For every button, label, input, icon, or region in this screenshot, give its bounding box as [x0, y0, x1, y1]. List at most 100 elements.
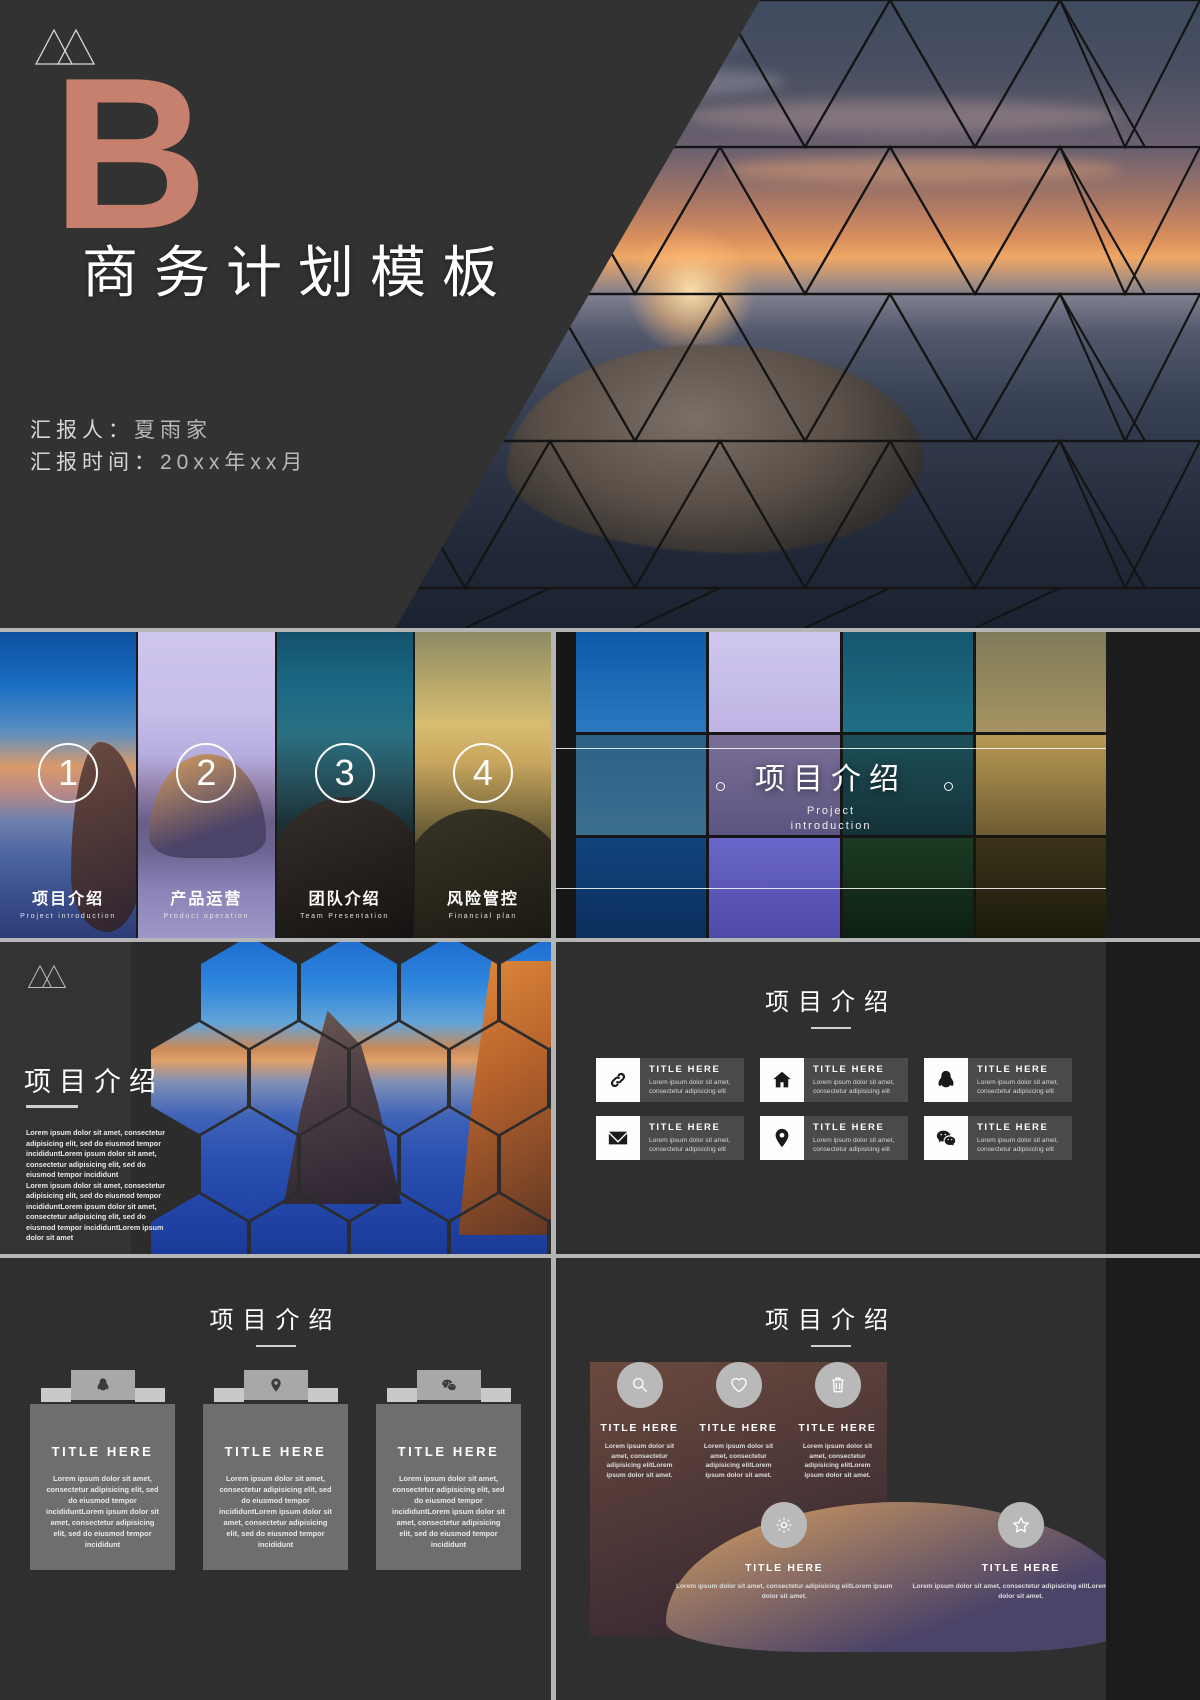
agenda-number-2: 2 — [176, 742, 237, 803]
icon-card[interactable]: TITLE HERE Lorem ipsum dolor sit amet, c… — [924, 1058, 1072, 1102]
clipboard-card-title: TITLE HERE — [224, 1444, 327, 1459]
clipboard-card-desc: Lorem ipsum dolor sit amet, consectetur … — [219, 1474, 332, 1549]
circle-slide-title: 项目介绍 — [765, 1307, 897, 1334]
cover-big-letter: B — [52, 32, 208, 274]
date-line: 汇报时间：20xx年xx月 — [30, 447, 307, 479]
link-icon — [596, 1058, 640, 1102]
icon-slide-title: 项目介绍 — [765, 989, 897, 1016]
icon-card[interactable]: TITLE HERE Lorem ipsum dolor sit amet, c… — [596, 1116, 744, 1160]
agenda-label-cn-1: 项目介绍 — [32, 891, 105, 908]
slide-hexagon-intro[interactable]: 项目介绍 Lorem ipsum dolor sit amet, consect… — [0, 942, 551, 1254]
icon-card-desc: Lorem ipsum dolor sit amet, consectetur … — [977, 1079, 1059, 1095]
agenda-label-en-1: Project introduction — [20, 913, 117, 920]
qq-icon — [70, 1370, 135, 1400]
hexagon-photo-collage — [131, 942, 551, 1254]
slide-icon-cards[interactable]: 项目介绍 TITLE HERE Lorem ipsum dolor sit am… — [556, 942, 1106, 1254]
icon-card-desc: Lorem ipsum dolor sit amet, consectetur … — [649, 1137, 731, 1153]
location-pin-icon — [243, 1370, 308, 1400]
slide-agenda[interactable]: 1 项目介绍 Project introduction 2 产品运营 Produ… — [0, 632, 551, 938]
icon-card-grid: TITLE HERE Lorem ipsum dolor sit amet, c… — [596, 1058, 1072, 1160]
circle-item-title: TITLE HERE — [981, 1562, 1060, 1574]
icon-card-desc: Lorem ipsum dolor sit amet, consectetur … — [649, 1079, 731, 1095]
trash-icon — [814, 1362, 861, 1408]
agenda-label-en-4: Financial plan — [448, 913, 518, 920]
slide-deck-preview: B 商务计划模板 汇报人：夏雨家 汇报时间：20xx年xx月 1 项目介绍 Pr… — [0, 0, 1200, 1700]
envelope-icon — [596, 1116, 640, 1160]
circle-item-title: TITLE HERE — [745, 1562, 824, 1574]
circle-slide-underline — [811, 1345, 851, 1347]
agenda-label-cn-2: 产品运营 — [170, 891, 243, 908]
icon-slide-underline — [811, 1027, 851, 1029]
date-label: 汇报时间： — [30, 451, 160, 474]
presenter-line: 汇报人：夏雨家 — [30, 415, 307, 447]
clipboard-card-title: TITLE HERE — [51, 1444, 154, 1459]
circle-item-desc: Lorem ipsum dolor sit amet, consectetur … — [802, 1443, 873, 1479]
qq-icon — [924, 1058, 968, 1102]
clipboard-card[interactable]: TITLE HERE Lorem ipsum dolor sit amet, c… — [203, 1370, 348, 1570]
agenda-label-en-2: Product operation — [163, 913, 250, 920]
clipboard-card[interactable]: TITLE HERE Lorem ipsum dolor sit amet, c… — [376, 1370, 521, 1570]
star-icon — [997, 1502, 1044, 1548]
section-title-en-2: introduction — [790, 820, 872, 832]
circle-item-title: TITLE HERE — [600, 1422, 679, 1434]
clipboard-slide-underline — [255, 1345, 296, 1347]
date-value: 20xx年xx月 — [160, 451, 308, 474]
clipboard-card-desc: Lorem ipsum dolor sit amet, consectetur … — [46, 1474, 159, 1549]
hex-title-underline — [26, 1105, 78, 1108]
icon-card[interactable]: TITLE HERE Lorem ipsum dolor sit amet, c… — [760, 1058, 908, 1102]
agenda-label-cn-4: 风险管控 — [446, 891, 519, 908]
section-title-cn: 项目介绍 — [755, 763, 907, 796]
icon-card-title: TITLE HERE — [977, 1064, 1049, 1075]
circle-item-title: TITLE HERE — [699, 1422, 778, 1434]
hex-slide-body: Lorem ipsum dolor sit amet, consectetur … — [26, 1128, 174, 1244]
circle-item-desc: Lorem ipsum dolor sit amet, consectetur … — [604, 1443, 675, 1479]
icon-card-title: TITLE HERE — [649, 1064, 721, 1075]
icon-card-desc: Lorem ipsum dolor sit amet, consectetur … — [813, 1079, 895, 1095]
hex-paragraph-1: Lorem ipsum dolor sit amet, consectetur … — [26, 1128, 165, 1179]
slide-circle-icons[interactable]: 项目介绍 TITLE HERE Lorem ipsum dolor sit am… — [556, 1258, 1106, 1700]
cover-title: 商务计划模板 — [82, 241, 514, 304]
search-icon — [616, 1362, 663, 1408]
circle-item-title: TITLE HERE — [798, 1422, 877, 1434]
home-icon — [760, 1058, 804, 1102]
agenda-item-2[interactable]: 2 产品运营 Product operation — [138, 632, 277, 938]
icon-card-title: TITLE HERE — [649, 1122, 721, 1133]
slide-section-divider[interactable]: 项目介绍 Project introduction — [556, 632, 1106, 938]
agenda-number-4: 4 — [452, 742, 513, 803]
cover-meta: 汇报人：夏雨家 汇报时间：20xx年xx月 — [30, 415, 307, 479]
icon-card-title: TITLE HERE — [977, 1122, 1049, 1133]
agenda-item-3[interactable]: 3 团队介绍 Team Presentation — [276, 632, 415, 938]
clipboard-card[interactable]: TITLE HERE Lorem ipsum dolor sit amet, c… — [30, 1370, 175, 1570]
slide-cover[interactable]: B 商务计划模板 汇报人：夏雨家 汇报时间：20xx年xx月 — [0, 0, 1200, 628]
agenda-number-3: 3 — [314, 742, 375, 803]
icon-card-desc: Lorem ipsum dolor sit amet, consectetur … — [813, 1137, 895, 1153]
agenda-label-en-3: Team Presentation — [300, 913, 390, 920]
agenda-item-4[interactable]: 4 风险管控 Financial plan — [414, 632, 551, 938]
icon-card[interactable]: TITLE HERE Lorem ipsum dolor sit amet, c… — [924, 1116, 1072, 1160]
agenda-item-1[interactable]: 1 项目介绍 Project introduction — [0, 632, 139, 938]
wechat-icon — [416, 1370, 481, 1400]
agenda-number-1: 1 — [38, 742, 99, 803]
heart-icon — [715, 1362, 762, 1408]
section-rule-top — [556, 748, 1106, 749]
icon-card-title: TITLE HERE — [813, 1122, 885, 1133]
presenter-value: 夏雨家 — [134, 419, 212, 442]
agenda-label-cn-3: 团队介绍 — [308, 891, 381, 908]
clipboard-card-desc: Lorem ipsum dolor sit amet, consectetur … — [392, 1474, 505, 1549]
hex-slide-title: 项目介绍 — [24, 1067, 164, 1097]
icon-card-title: TITLE HERE — [813, 1064, 885, 1075]
clipboard-card-grid: TITLE HERE Lorem ipsum dolor sit amet, c… — [30, 1370, 521, 1570]
icon-card[interactable]: TITLE HERE Lorem ipsum dolor sit amet, c… — [760, 1116, 908, 1160]
wechat-icon — [924, 1116, 968, 1160]
clipboard-slide-title: 项目介绍 — [209, 1307, 342, 1334]
circle-icon-item[interactable]: TITLE HERE Lorem ipsum dolor sit amet, c… — [666, 1502, 903, 1652]
mountain-logo-icon — [27, 964, 67, 988]
hex-paragraph-2: Lorem ipsum dolor sit amet, consectetur … — [26, 1180, 165, 1243]
circle-icon-row-2: TITLE HERE Lorem ipsum dolor sit amet, c… — [666, 1502, 1106, 1653]
circle-item-desc: Lorem ipsum dolor sit amet, consectetur … — [703, 1443, 774, 1479]
icon-card[interactable]: TITLE HERE Lorem ipsum dolor sit amet, c… — [596, 1058, 744, 1102]
section-rule-bottom — [556, 888, 1106, 889]
circle-item-desc: Lorem ipsum dolor sit amet, consectetur … — [675, 1583, 893, 1600]
slide-clipboard-cards[interactable]: 项目介绍 TITLE HERE Lorem ipsum dolor sit am… — [0, 1258, 551, 1700]
circle-icon-item[interactable]: TITLE HERE Lorem ipsum dolor sit amet, c… — [903, 1502, 1106, 1652]
